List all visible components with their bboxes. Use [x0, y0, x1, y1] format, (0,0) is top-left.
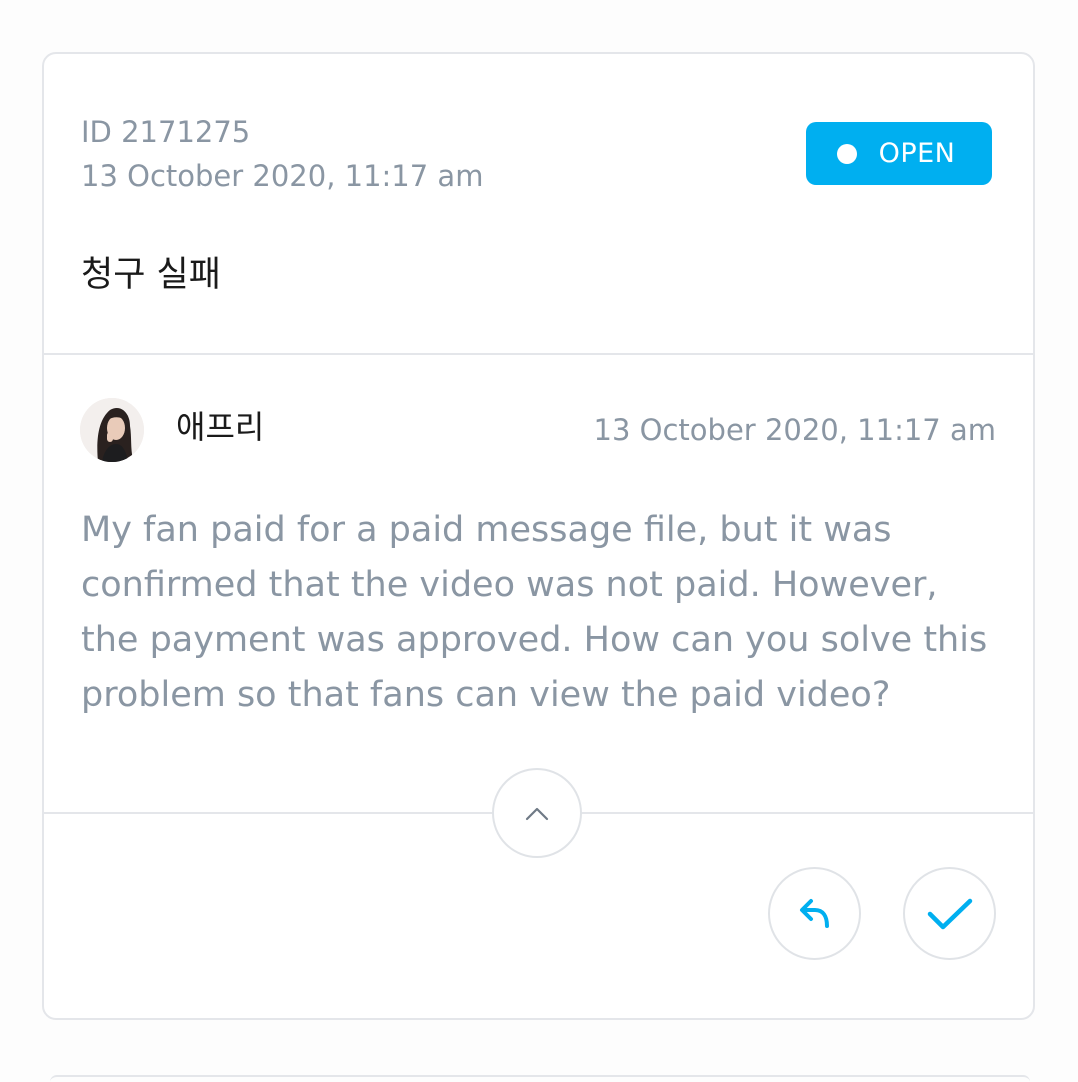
avatar[interactable]: [80, 398, 144, 462]
status-badge: OPEN: [806, 122, 992, 185]
message-timestamp: 13 October 2020, 11:17 am: [593, 413, 996, 447]
ticket-created-date: 13 October 2020, 11:17 am: [81, 159, 484, 193]
chevron-up-icon: [525, 807, 549, 821]
status-dot-icon: [836, 143, 857, 164]
message-body: My fan paid for a paid message file, but…: [81, 510, 988, 715]
status-label: OPEN: [878, 138, 956, 169]
collapse-button[interactable]: [492, 768, 582, 858]
reply-button[interactable]: [768, 867, 861, 960]
author-name[interactable]: 애프리: [176, 406, 264, 448]
avatar-image: [80, 398, 144, 462]
ticket-title: 청구 실패: [81, 255, 221, 295]
header-divider: [44, 353, 1033, 355]
next-card-edge: [50, 1075, 1030, 1082]
checkmark-icon: [927, 898, 972, 929]
resolve-button[interactable]: [903, 867, 996, 960]
ticket-id: ID 2171275: [81, 115, 251, 149]
reply-arrow-icon: [799, 898, 829, 928]
